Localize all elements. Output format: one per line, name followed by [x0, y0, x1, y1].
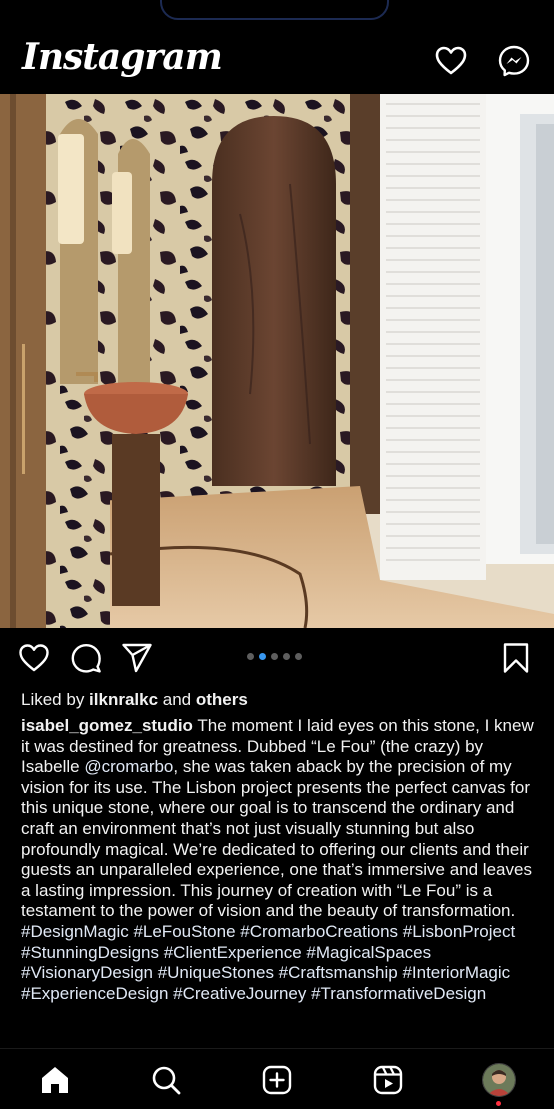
post-caption: isabel_gomez_studio The moment I laid ey…: [21, 716, 537, 1004]
likes-middle: and: [158, 690, 196, 709]
save-icon[interactable]: [501, 642, 533, 674]
likes-others[interactable]: others: [196, 690, 248, 709]
carousel-dot: [283, 653, 290, 660]
carousel-dot: [259, 653, 266, 660]
carousel-dot: [295, 653, 302, 660]
avatar-image: [483, 1064, 515, 1096]
messenger-icon[interactable]: [497, 44, 531, 78]
top-header: Instagram: [0, 28, 554, 94]
bottom-nav: [0, 1048, 554, 1109]
caption-mention[interactable]: @cromarbo: [84, 757, 173, 776]
carousel-dots: [247, 653, 302, 661]
likes-summary: Liked by ilknralkc and others: [21, 690, 248, 710]
search-icon[interactable]: [151, 1065, 181, 1095]
instagram-logo[interactable]: Instagram: [22, 36, 223, 78]
post-actions: [0, 640, 554, 680]
reels-icon[interactable]: [373, 1065, 403, 1095]
share-icon[interactable]: [121, 642, 153, 674]
profile-avatar[interactable]: [482, 1063, 516, 1097]
comment-icon[interactable]: [70, 642, 102, 674]
notification-dot: [496, 1101, 501, 1106]
like-icon[interactable]: [18, 642, 50, 674]
carousel-dot: [247, 653, 254, 660]
liked-by-user[interactable]: ilknralkc: [89, 690, 158, 709]
home-icon[interactable]: [40, 1065, 70, 1095]
heart-icon[interactable]: [434, 44, 468, 78]
caption-username[interactable]: isabel_gomez_studio: [21, 716, 193, 735]
dynamic-island: [160, 0, 389, 20]
create-icon[interactable]: [262, 1065, 292, 1095]
caption-hashtags[interactable]: #DesignMagic #LeFouStone #CromarboCreati…: [21, 922, 515, 1003]
bathroom-photo: [0, 94, 554, 628]
likes-prefix: Liked by: [21, 690, 90, 709]
caption-text-2: , she was taken aback by the precision o…: [21, 757, 532, 921]
carousel-dot: [271, 653, 278, 660]
post-image[interactable]: [0, 94, 554, 628]
